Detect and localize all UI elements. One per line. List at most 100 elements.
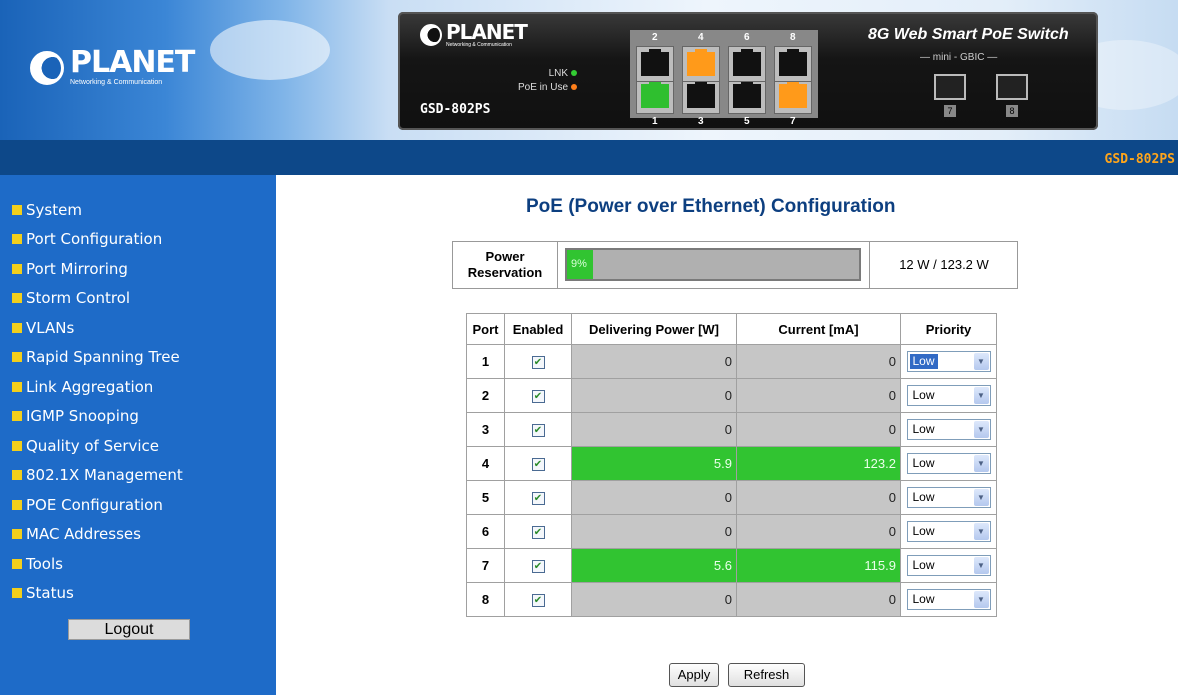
logout-button[interactable]: Logout: [68, 619, 190, 640]
refresh-button[interactable]: Refresh: [728, 663, 805, 687]
sidebar-item-poe-configuration[interactable]: POE Configuration: [12, 496, 163, 514]
sidebar-item-rapid-spanning-tree[interactable]: Rapid Spanning Tree: [12, 348, 180, 366]
sidebar-item-label: Port Mirroring: [26, 260, 128, 278]
delivering-power-value: 0: [571, 378, 737, 413]
sidebar-item-system[interactable]: System: [12, 201, 82, 219]
gbic-label: — mini - GBIC —: [920, 52, 998, 63]
enabled-cell: ✔: [504, 514, 572, 549]
device-brand-name: PLANET: [446, 20, 528, 44]
port-number: 5: [466, 480, 505, 515]
sidebar-item-label: Link Aggregation: [26, 378, 154, 396]
enabled-checkbox[interactable]: ✔: [531, 424, 545, 438]
sidebar-item-label: Quality of Service: [26, 437, 160, 455]
chevron-down-icon[interactable]: ▼: [973, 353, 989, 370]
priority-cell: Low ▼: [900, 582, 997, 617]
sidebar-item-label: Storm Control: [26, 289, 131, 307]
rj45-port-jack: [733, 81, 761, 108]
priority-select[interactable]: Low ▼: [906, 419, 991, 440]
bullet-icon: [12, 205, 22, 215]
power-reservation-bar-fill: 9%: [567, 250, 594, 279]
priority-select[interactable]: Low ▼: [906, 521, 991, 542]
port-number-label: 4: [698, 32, 704, 43]
chevron-down-icon[interactable]: ▼: [973, 489, 989, 506]
rj45-port-icon: [774, 78, 812, 114]
column-header-priority: Priority: [900, 313, 997, 345]
column-header-enabled: Enabled: [504, 313, 572, 345]
power-reservation-label-line1: Power: [485, 249, 525, 264]
priority-select[interactable]: Low ▼: [906, 385, 991, 406]
planet-logo-icon: [30, 50, 64, 85]
sfp-port-number: 7: [944, 105, 956, 117]
sidebar-item-port-configuration[interactable]: Port Configuration: [12, 230, 162, 248]
sidebar-item-vlans[interactable]: VLANs: [12, 319, 74, 337]
enabled-checkbox[interactable]: ✔: [531, 492, 545, 506]
port-number-label: 2: [652, 32, 658, 43]
sidebar-item-tools[interactable]: Tools: [12, 555, 63, 573]
enabled-checkbox[interactable]: ✔: [531, 390, 545, 404]
sidebar: System Port Configuration Port Mirroring…: [0, 175, 276, 695]
port-number-label: 5: [744, 116, 750, 127]
sfp-port-number: 8: [1006, 105, 1018, 117]
priority-select[interactable]: Low ▼: [906, 453, 991, 474]
bullet-icon: [12, 529, 22, 539]
enabled-checkbox[interactable]: ✔: [531, 458, 545, 472]
table-row: 4 ✔ 5.9 123.2 Low ▼: [466, 446, 997, 481]
chevron-down-icon[interactable]: ▼: [973, 421, 989, 438]
chevron-down-icon[interactable]: ▼: [973, 591, 989, 608]
port-number-label: 7: [790, 116, 796, 127]
enabled-cell: ✔: [504, 412, 572, 447]
chevron-down-icon[interactable]: ▼: [973, 523, 989, 540]
apply-button[interactable]: Apply: [669, 663, 719, 687]
chevron-down-icon[interactable]: ▼: [973, 387, 989, 404]
priority-select[interactable]: Low ▼: [906, 589, 991, 610]
led-lnk-label: LNK: [548, 68, 569, 79]
chevron-down-icon[interactable]: ▼: [973, 455, 989, 472]
sidebar-item-igmp-snooping[interactable]: IGMP Snooping: [12, 407, 139, 425]
bullet-icon: [12, 264, 22, 274]
priority-cell: Low ▼: [900, 378, 997, 413]
enabled-checkbox[interactable]: ✔: [531, 356, 545, 370]
rj45-port-jack: [687, 49, 715, 76]
bullet-icon: [12, 382, 22, 392]
current-value: 0: [736, 378, 901, 413]
priority-selected-value: Low: [912, 524, 935, 538]
bullet-icon: [12, 470, 22, 480]
priority-select[interactable]: Low ▼: [906, 487, 991, 508]
priority-cell: Low ▼: [900, 514, 997, 549]
header-banner: PLANET Networking & Communication PLANET…: [0, 0, 1178, 140]
sidebar-item-mac-addresses[interactable]: MAC Addresses: [12, 525, 141, 543]
rj45-port-jack: [641, 49, 669, 76]
priority-cell: Low ▼: [900, 446, 997, 481]
priority-select[interactable]: Low ▼: [906, 351, 991, 372]
enabled-checkbox[interactable]: ✔: [531, 526, 545, 540]
rj45-port-jack: [779, 49, 807, 76]
sidebar-item-quality-of-service[interactable]: Quality of Service: [12, 437, 159, 455]
enabled-checkbox[interactable]: ✔: [531, 560, 545, 574]
priority-selected-value: Low: [912, 592, 935, 606]
enabled-checkbox[interactable]: ✔: [531, 594, 545, 608]
rj45-port-jack: [733, 49, 761, 76]
sidebar-item-label: System: [26, 201, 82, 219]
led-lnk-dot: [571, 70, 578, 76]
rj45-port-icon: [774, 46, 812, 82]
sidebar-item-status[interactable]: Status: [12, 584, 74, 602]
enabled-cell: ✔: [504, 548, 572, 583]
rj45-port-jack: [687, 81, 715, 108]
table-row: 8 ✔ 0 0 Low ▼: [466, 582, 997, 617]
sidebar-item-label: Tools: [26, 555, 63, 573]
bullet-icon: [12, 588, 22, 598]
port-number: 8: [466, 582, 505, 617]
sidebar-item-link-aggregation[interactable]: Link Aggregation: [12, 378, 153, 396]
sidebar-item-8021x-management[interactable]: 802.1X Management: [12, 466, 183, 484]
sidebar-item-label: Port Configuration: [26, 230, 163, 248]
sidebar-item-storm-control[interactable]: Storm Control: [12, 289, 130, 307]
delivering-power-value: 0: [571, 514, 737, 549]
priority-select[interactable]: Low ▼: [906, 555, 991, 576]
sidebar-item-port-mirroring[interactable]: Port Mirroring: [12, 260, 128, 278]
rj45-port-icon: [636, 46, 674, 82]
chevron-down-icon[interactable]: ▼: [973, 557, 989, 574]
current-value: 115.9: [736, 548, 901, 583]
table-row: 7 ✔ 5.6 115.9 Low ▼: [466, 548, 997, 583]
rj45-port-jack: [641, 81, 669, 108]
page-title: PoE (Power over Ethernet) Configuration: [526, 196, 896, 217]
